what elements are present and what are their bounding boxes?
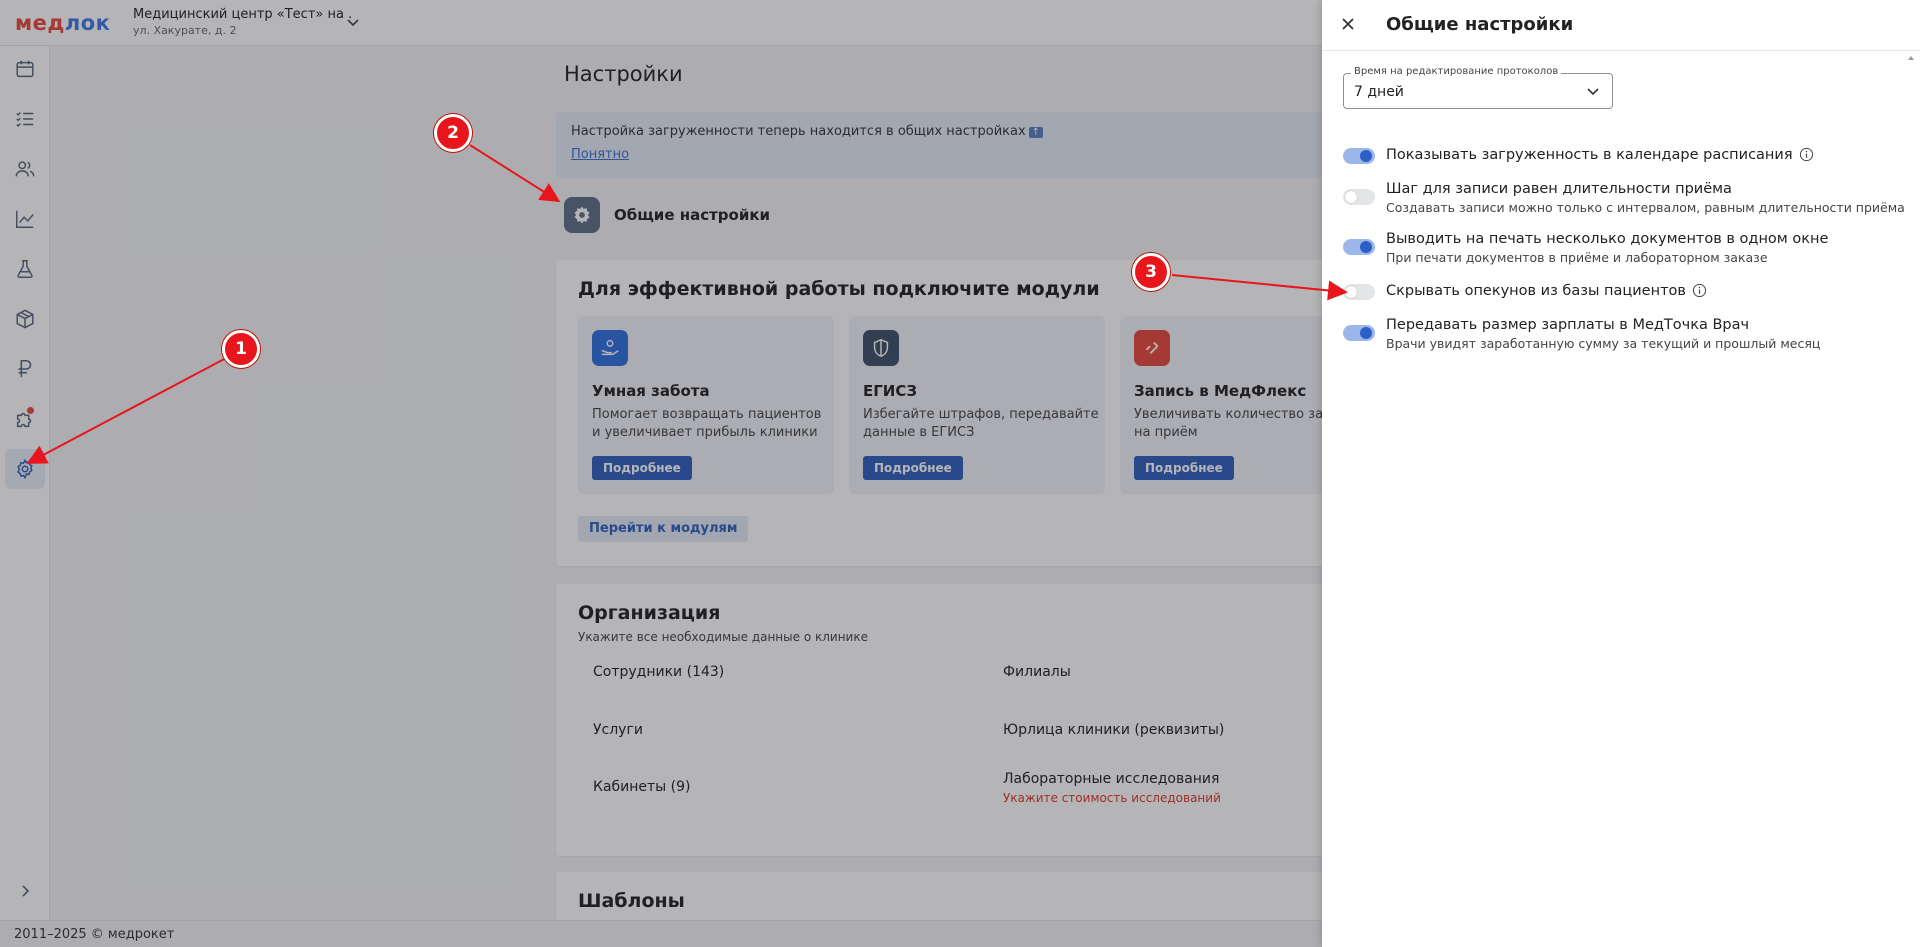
drawer-title: Общие настройки [1386, 14, 1574, 35]
toggle-print-multiple[interactable] [1343, 239, 1375, 255]
option-label: Шаг для записи равен длительности приёма [1386, 181, 1732, 197]
divider [1322, 50, 1920, 51]
toggle-show-workload[interactable] [1343, 148, 1375, 164]
close-icon [1342, 18, 1354, 30]
info-icon[interactable] [1692, 283, 1707, 298]
select-value: 7 дней [1354, 84, 1404, 100]
chevron-down-icon [1587, 88, 1599, 96]
select-label: Время на редактирование протоколов [1351, 66, 1562, 77]
option-description: Создавать записи можно только с интервал… [1386, 200, 1905, 215]
annotation-marker-3: 3 [1132, 253, 1170, 291]
annotation-marker-2: 2 [434, 114, 472, 152]
option-label: Показывать загруженность в календаре рас… [1386, 147, 1793, 163]
toggle-salary-export[interactable] [1343, 325, 1375, 341]
option-description: При печати документов в приёме и лаборат… [1386, 250, 1768, 265]
option-label: Передавать размер зарплаты в МедТочка Вр… [1386, 317, 1750, 333]
option-label: Скрывать опекунов из базы пациентов [1386, 283, 1686, 299]
toggle-hide-guardians[interactable] [1343, 284, 1375, 300]
scroll-up-arrow-icon[interactable] [1906, 53, 1916, 63]
option-description: Врачи увидят заработанную сумму за текущ… [1386, 336, 1821, 351]
option-label: Выводить на печать несколько документов … [1386, 231, 1829, 247]
protocol-edit-time-select[interactable]: Время на редактирование протоколов 7 дне… [1343, 66, 1613, 109]
toggle-step-equals-duration[interactable] [1343, 189, 1375, 205]
close-button[interactable] [1336, 12, 1360, 36]
info-icon[interactable] [1799, 147, 1814, 162]
annotation-marker-1: 1 [222, 330, 260, 368]
general-settings-drawer: Общие настройки Время на редактирование … [1322, 0, 1920, 947]
modal-backdrop[interactable] [0, 0, 1322, 947]
